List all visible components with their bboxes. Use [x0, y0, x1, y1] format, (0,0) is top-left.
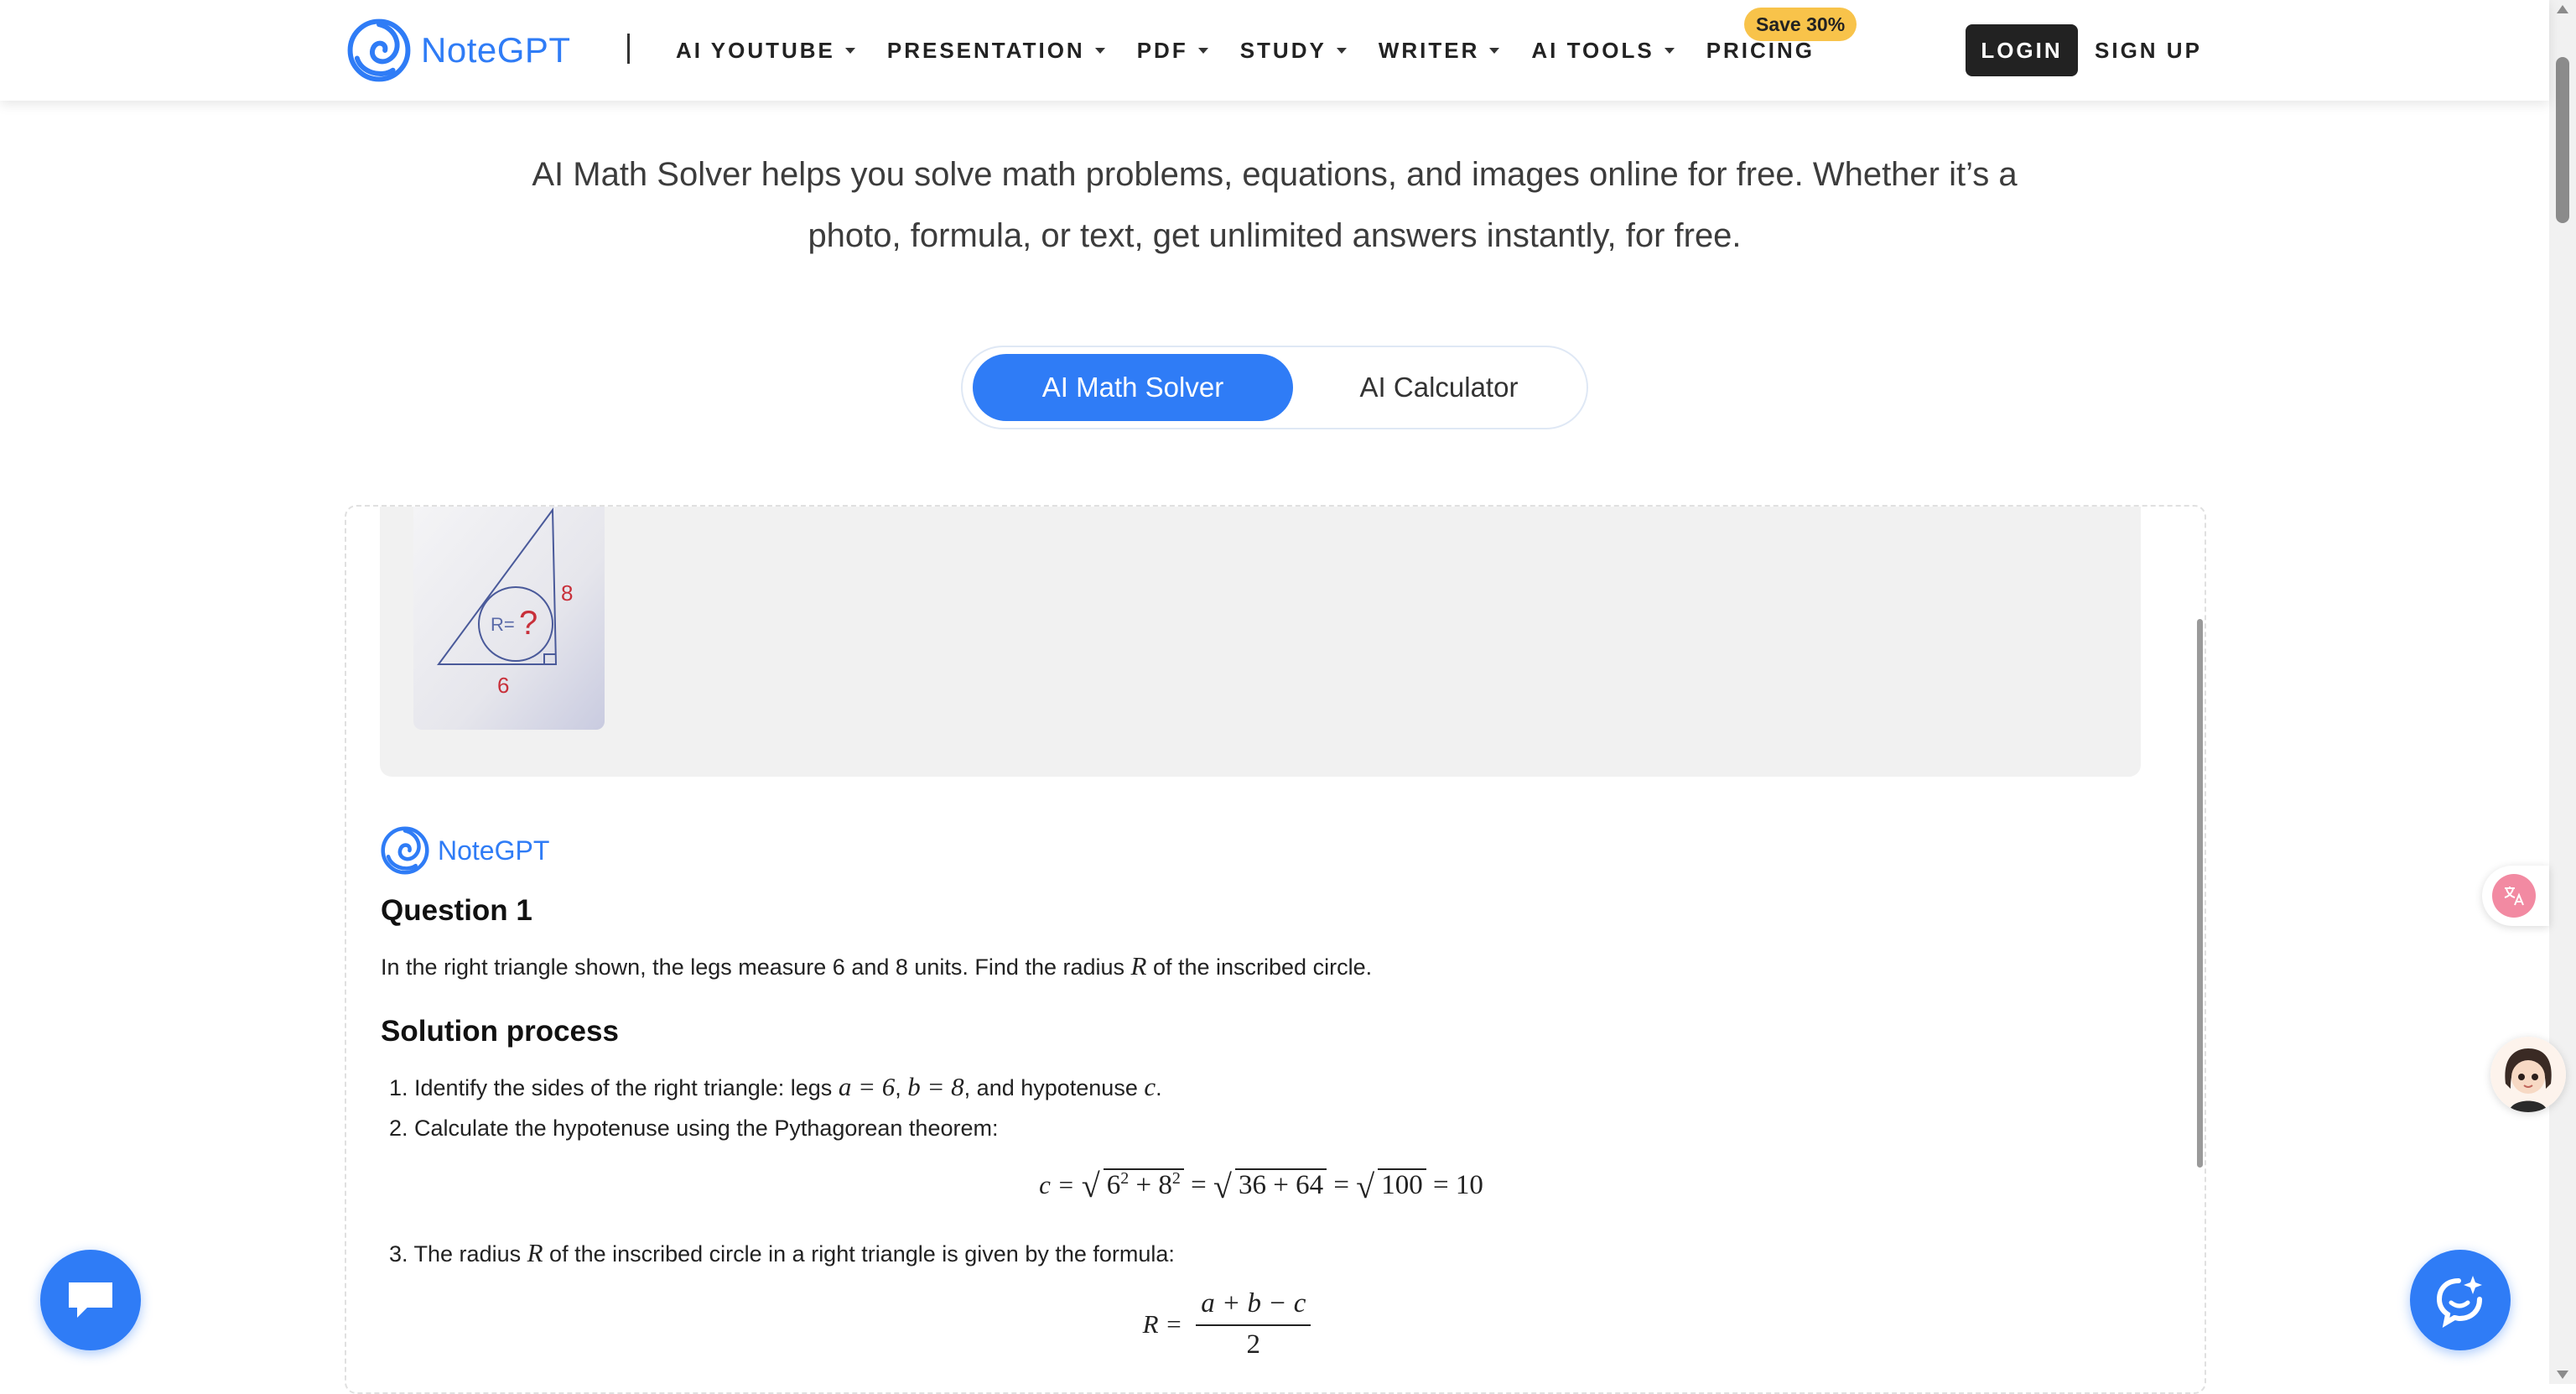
- nav-study[interactable]: STUDY: [1240, 38, 1347, 64]
- top-navbar: NoteGPT AI YOUTUBE PRESENTATION PDF STUD…: [0, 0, 2549, 101]
- tab-ai-math-solver[interactable]: AI Math Solver: [973, 354, 1293, 421]
- login-button[interactable]: LOGIN: [1966, 24, 2078, 76]
- scroll-down-arrow-icon[interactable]: [2557, 1371, 2568, 1379]
- answer-author: NoteGPT: [381, 825, 2142, 876]
- brand-logo[interactable]: NoteGPT: [347, 18, 571, 82]
- question-heading: Question 1: [381, 894, 532, 927]
- uploaded-image-thumbnail[interactable]: R= ? 6 8: [413, 507, 605, 730]
- chat-panel: R= ? 6 8 NoteGPT Question 1 In the right…: [345, 505, 2206, 1394]
- panel-scrollbar[interactable]: [2197, 619, 2203, 1168]
- caret-down-icon: [1664, 47, 1675, 54]
- ai-answer: NoteGPT Question 1 In the right triangle…: [381, 825, 2142, 1267]
- user-message: R= ? 6 8: [380, 507, 2141, 777]
- signup-button[interactable]: SIGN UP: [2095, 24, 2202, 76]
- main-nav: AI YOUTUBE PRESENTATION PDF STUDY WRITER…: [676, 0, 1846, 101]
- solution-heading: Solution process: [381, 1015, 619, 1048]
- notegpt-logo-icon: [347, 18, 411, 82]
- chat-bubble-icon: [69, 1282, 112, 1318]
- feedback-chat-button[interactable]: [40, 1250, 141, 1350]
- equation-hypotenuse: c = 62 + 82 = 36 + 64 = 100 = 10: [381, 1166, 2142, 1206]
- question-text: In the right triangle shown, the legs me…: [381, 951, 1373, 980]
- equation-inradius: R = a + b − c 2: [346, 1288, 2107, 1360]
- nav-presentation[interactable]: PRESENTATION: [887, 38, 1105, 64]
- ai-assistant-button[interactable]: [2410, 1250, 2511, 1350]
- svg-text:R=: R=: [491, 614, 515, 635]
- scrollbar-thumb[interactable]: [2556, 57, 2569, 223]
- assistant-avatar[interactable]: [2490, 1037, 2566, 1112]
- svg-text:6: 6: [497, 673, 509, 698]
- hero-subtitle: AI Math Solver helps you solve math prob…: [532, 156, 2018, 254]
- caret-down-icon: [1336, 47, 1347, 54]
- logo-divider: [627, 34, 630, 64]
- translate-icon: [2492, 874, 2536, 918]
- ai-assistant-icon: [2436, 1276, 2482, 1329]
- solution-step-1: 1. Identify the sides of the right trian…: [389, 1072, 1162, 1101]
- nav-ai-tools[interactable]: AI TOOLS: [1531, 38, 1675, 64]
- caret-down-icon: [844, 47, 855, 54]
- page-scrollbar[interactable]: [2549, 0, 2576, 1384]
- solution-step-2: 2. Calculate the hypotenuse using the Py…: [389, 1116, 999, 1141]
- scroll-up-arrow-icon[interactable]: [2557, 5, 2568, 13]
- nav-pricing[interactable]: PRICING: [1706, 38, 1815, 64]
- nav-writer[interactable]: WRITER: [1379, 38, 1500, 64]
- avatar-icon: [2490, 1037, 2566, 1112]
- mode-toggle: AI Math Solver AI Calculator: [961, 346, 1588, 429]
- caret-down-icon: [1489, 47, 1500, 54]
- notegpt-logo-icon: [381, 826, 429, 875]
- svg-text:?: ?: [519, 605, 538, 642]
- translate-button[interactable]: [2482, 866, 2549, 926]
- triangle-photo: R= ? 6 8: [413, 507, 605, 730]
- tab-ai-calculator[interactable]: AI Calculator: [1293, 354, 1585, 421]
- save-badge: Save 30%: [1744, 8, 1857, 41]
- brand-name: NoteGPT: [421, 30, 571, 70]
- svg-text:8: 8: [561, 580, 573, 606]
- solution-step-3: 3. The radius R of the inscribed circle …: [389, 1238, 1175, 1267]
- nav-ai-youtube[interactable]: AI YOUTUBE: [676, 38, 855, 64]
- caret-down-icon: [1094, 47, 1105, 54]
- nav-pdf[interactable]: PDF: [1137, 38, 1208, 64]
- caret-down-icon: [1197, 47, 1208, 54]
